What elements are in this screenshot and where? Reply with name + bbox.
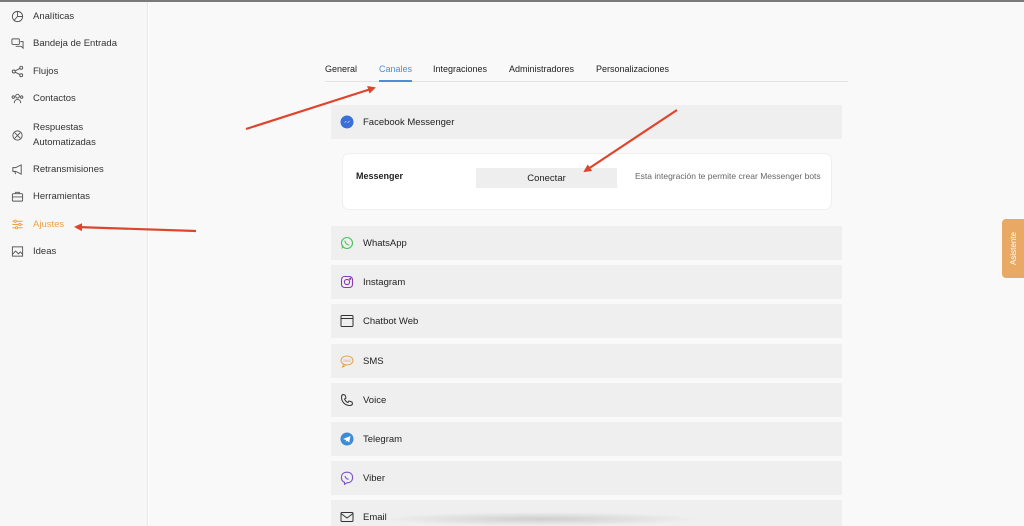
sidebar-item-bandeja[interactable]: Bandeja de Entrada [10,36,117,51]
channel-label: Instagram [363,276,406,288]
channel-label: Voice [363,394,387,406]
messenger-card-title: Messenger [356,171,404,181]
sms-icon: SMS [340,354,354,368]
sidebar: Analíticas Bandeja de Entrada Flujos Con… [0,2,148,526]
svg-text:SMS: SMS [343,359,351,363]
channel-label: Viber [363,472,386,484]
sidebar-item-label: Ideas [33,246,57,257]
channel-row-viber[interactable]: Viber [331,461,842,495]
telegram-icon [340,432,354,446]
sidebar-item-ideas[interactable]: Ideas [10,244,56,259]
channel-row-sms[interactable]: SMS SMS [331,344,842,378]
sidebar-item-label: Contactos [33,93,76,104]
channel-label: Chatbot Web [363,315,419,327]
messenger-icon [340,115,354,129]
connect-button[interactable]: Conectar [476,168,617,188]
auto-reply-icon [10,128,24,142]
messenger-card-description: Esta integración te permite crear Messen… [635,171,821,181]
sidebar-item-label: Herramientas [33,191,91,202]
assistant-tab-label: Asistente [1008,232,1018,265]
tab-personalizaciones[interactable]: Personalizaciones [596,64,669,82]
megaphone-icon [10,162,24,176]
channel-row-telegram[interactable]: Telegram [331,422,842,456]
sidebar-item-label: Retransmisiones [33,164,104,175]
channel-label: Facebook Messenger [363,116,455,128]
sidebar-item-label: Ajustes [33,219,65,230]
sidebar-item-flujos[interactable]: Flujos [10,64,58,79]
envelope-icon [340,510,354,524]
sidebar-item-label-line2: Automatizadas [33,137,96,148]
sidebar-item-analiticas[interactable]: Analíticas [10,9,74,24]
channel-row-chatbot-web[interactable]: Chatbot Web [331,304,842,338]
instagram-icon [340,275,354,289]
sidebar-item-label: Respuestas [33,122,84,133]
main-content: General Canales Integraciones Administra… [149,2,1024,526]
channel-row-whatsapp[interactable]: WhatsApp [331,226,842,260]
settings-tabs: General Canales Integraciones Administra… [325,64,848,82]
sidebar-item-label: Analíticas [33,11,75,22]
messenger-card: Messenger Conectar Esta integración te p… [343,154,831,209]
sidebar-item-retransmisiones[interactable]: Retransmisiones [10,162,104,177]
tab-administradores[interactable]: Administradores [509,64,574,82]
contacts-icon [10,91,24,105]
tab-integraciones[interactable]: Integraciones [433,64,487,82]
channel-row-voice[interactable]: Voice [331,383,842,417]
sidebar-item-label: Bandeja de Entrada [33,38,117,49]
bottom-shadow [380,512,700,526]
sidebar-item-label: Flujos [33,66,59,77]
image-icon [10,244,24,258]
channel-label: WhatsApp [363,237,407,249]
phone-icon [340,393,354,407]
share-nodes-icon [10,64,24,78]
channel-label: Telegram [363,433,403,445]
sidebar-item-contactos[interactable]: Contactos [10,91,76,106]
tab-general[interactable]: General [325,64,357,82]
sidebar-item-respuestas[interactable]: Respuestas Automatizadas [10,120,96,150]
assistant-tab[interactable]: Asistente [1002,219,1024,278]
briefcase-icon [10,189,24,203]
channel-row-instagram[interactable]: Instagram [331,265,842,299]
sliders-icon [10,217,24,231]
sidebar-item-herramientas[interactable]: Herramientas [10,189,90,204]
tab-canales[interactable]: Canales [379,64,413,82]
channel-label: SMS [363,355,384,367]
whatsapp-icon [340,236,354,250]
browser-window-icon [340,314,354,328]
pie-chart-icon [10,9,24,23]
viber-icon [340,471,354,485]
channel-row-facebook-messenger[interactable]: Facebook Messenger [331,105,842,139]
sidebar-item-ajustes[interactable]: Ajustes [10,217,64,232]
chat-bubbles-icon [10,36,24,50]
